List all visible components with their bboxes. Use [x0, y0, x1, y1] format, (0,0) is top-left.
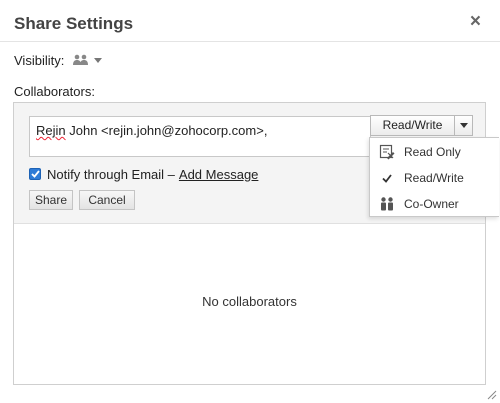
recipient-text: John <rejin.john@zohocorp.com>, [65, 123, 268, 138]
read-only-icon [370, 144, 404, 160]
visibility-row: Visibility: [14, 51, 103, 69]
permission-dropdown-menu: Read Only Read/Write Co-Owner [369, 137, 499, 217]
recipient-input[interactable]: Rejin John <rejin.john@zohocorp.com>, [29, 116, 371, 157]
dialog-title: Share Settings [14, 14, 134, 33]
visibility-dropdown-arrow-icon[interactable] [94, 57, 103, 63]
menu-item-read-only[interactable]: Read Only [370, 139, 500, 165]
chevron-down-icon [459, 123, 468, 128]
permission-select[interactable]: Read/Write [370, 115, 473, 136]
cancel-button[interactable]: Cancel [79, 190, 135, 210]
empty-collaborators-message: No collaborators [202, 294, 297, 309]
share-settings-dialog: Share Settings × Visibility: Collaborato… [0, 0, 500, 403]
menu-item-label: Read Only [404, 145, 461, 159]
notify-label: Notify through Email – [47, 166, 175, 182]
permission-caret[interactable] [454, 116, 472, 135]
checkmark-icon [30, 170, 40, 178]
visibility-label: Visibility: [14, 52, 65, 68]
notify-row: Notify through Email – Add Message [29, 166, 258, 182]
co-owner-icon [370, 197, 404, 211]
close-icon[interactable]: × [470, 12, 481, 31]
menu-item-label: Co-Owner [404, 197, 459, 211]
share-button[interactable]: Share [29, 190, 73, 210]
menu-item-read-write[interactable]: Read/Write [370, 165, 500, 191]
menu-item-label: Read/Write [404, 171, 464, 185]
group-people-icon[interactable] [72, 54, 90, 66]
notify-email-checkbox[interactable] [29, 168, 41, 180]
menu-item-co-owner[interactable]: Co-Owner [370, 191, 500, 217]
resize-grip-icon[interactable] [485, 388, 497, 400]
permission-selected-label: Read/Write [382, 118, 443, 132]
recipient-misspelled-word: Rejin [36, 123, 66, 138]
checkmark-icon [370, 173, 404, 183]
dialog-titlebar: Share Settings × [0, 0, 500, 42]
add-message-link[interactable]: Add Message [179, 167, 259, 182]
collaborators-label: Collaborators: [14, 84, 95, 99]
